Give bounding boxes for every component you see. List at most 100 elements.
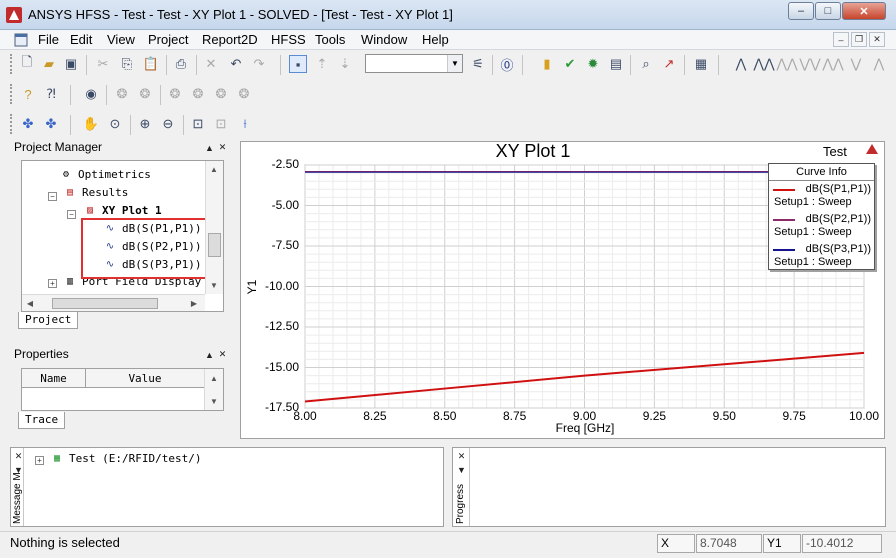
maximize-button[interactable]: □ xyxy=(815,2,841,20)
zoom-area-icon[interactable]: ⊡ xyxy=(212,115,230,133)
tree-item-results[interactable]: ▤ Results xyxy=(62,184,128,201)
model-icon[interactable]: ✤ xyxy=(19,115,37,133)
tab-project[interactable]: Project xyxy=(18,312,79,329)
variables-icon[interactable]: ⚟ xyxy=(469,55,487,73)
mdi-close-button[interactable]: ✕ xyxy=(869,32,885,47)
draw-gray-6-icon[interactable]: ❂ xyxy=(235,85,253,103)
close-panel-icon[interactable]: ✕ xyxy=(456,451,467,462)
menu-tools[interactable]: Tools xyxy=(315,32,345,47)
tree-item-optimetrics[interactable]: ⚙ Optimetrics xyxy=(58,166,151,183)
analyze-icon[interactable]: ✹ xyxy=(584,55,602,73)
design-icon[interactable]: ▮ xyxy=(538,55,556,73)
document-window-icon[interactable] xyxy=(14,33,28,47)
collapse-plot-icon[interactable]: − xyxy=(67,210,76,219)
expand-message-icon[interactable]: + xyxy=(35,456,44,465)
scroll-right-icon[interactable]: ▶ xyxy=(188,297,200,309)
expand-port-field-icon[interactable]: + xyxy=(48,279,57,288)
project-manager-title: Project Manager xyxy=(14,140,103,154)
scroll-up-icon[interactable]: ▲ xyxy=(208,163,220,175)
delete-icon[interactable]: ✕ xyxy=(202,55,220,73)
undo-icon[interactable]: ↶ xyxy=(227,55,245,73)
tree-item-xy-plot[interactable]: ▨ XY Plot 1 xyxy=(82,202,162,219)
zoom-fit-icon[interactable]: ⊡ xyxy=(189,115,207,133)
create-report-icon[interactable]: ↗ xyxy=(660,55,678,73)
mdi-minimize-button[interactable]: – xyxy=(833,32,849,47)
print-icon[interactable]: ⎙ xyxy=(172,55,190,73)
trace-style-1-icon[interactable]: ⋀ xyxy=(732,55,750,73)
trace-style-6-icon[interactable]: ⋁ xyxy=(847,55,865,73)
menu-window[interactable]: Window xyxy=(361,32,407,47)
trace-style-7-icon[interactable]: ⋀ xyxy=(870,55,888,73)
validate-icon[interactable]: ✔ xyxy=(561,55,579,73)
units-icon[interactable]: ⓪ xyxy=(498,55,516,73)
scroll-down-icon[interactable]: ▼ xyxy=(208,279,220,291)
paste-icon[interactable]: 📋 xyxy=(142,55,160,73)
trace-style-5-icon[interactable]: ⋀⋀ xyxy=(822,55,843,73)
pin-icon[interactable]: ▲ xyxy=(204,349,215,360)
results-icon-button[interactable]: ▤ xyxy=(607,55,625,73)
context-help-icon[interactable]: ⁈ xyxy=(42,85,60,103)
message-item-test[interactable]: ▦ Test (E:/RFID/test/) xyxy=(49,450,201,467)
trace-style-3-icon[interactable]: ⋀⋀ xyxy=(776,55,797,73)
zoom-in-icon[interactable]: ⊕ xyxy=(136,115,154,133)
close-button[interactable]: ✕ xyxy=(842,2,886,20)
save-icon[interactable]: ▣ xyxy=(62,55,80,73)
trace-style-4-icon[interactable]: ⋁⋁ xyxy=(799,55,820,73)
legend[interactable]: Curve Info dB(S(P1,P1)) Setup1 : Sweep d… xyxy=(768,163,875,270)
minimize-button[interactable]: – xyxy=(788,2,814,20)
legend-entry[interactable]: dB(S(P2,P1)) Setup1 : Sweep xyxy=(769,211,874,241)
tree-hscroll-thumb[interactable] xyxy=(52,298,158,309)
open-folder-icon[interactable]: ▰ xyxy=(40,55,58,73)
tree-vertical-scrollbar[interactable]: ▲ ▼ xyxy=(205,161,223,294)
select-mode-icon[interactable]: ▪ xyxy=(289,55,307,73)
draw-gray-2-icon[interactable]: ❂ xyxy=(136,85,154,103)
context-combo[interactable]: ▼ xyxy=(365,54,463,73)
close-panel-icon[interactable]: ✕ xyxy=(217,349,228,360)
menu-file[interactable]: File xyxy=(38,32,59,47)
draw-gray-1-icon[interactable]: ❂ xyxy=(113,85,131,103)
pin-icon[interactable]: ▼ xyxy=(456,464,467,475)
table-icon[interactable]: ▦ xyxy=(692,55,710,73)
tab-trace[interactable]: Trace xyxy=(18,412,66,429)
move-down-icon[interactable]: ⇣ xyxy=(336,55,354,73)
zoom-out-icon[interactable]: ⊖ xyxy=(159,115,177,133)
menu-help[interactable]: Help xyxy=(422,32,449,47)
copy-icon[interactable]: ⎘ xyxy=(118,55,136,73)
draw-gray-5-icon[interactable]: ❂ xyxy=(212,85,230,103)
menu-hfss[interactable]: HFSS xyxy=(271,32,306,47)
field-overlay-icon[interactable]: ⌕ xyxy=(637,55,655,73)
orient-icon[interactable]: ⟊ xyxy=(236,115,254,133)
show-icon[interactable]: ◉ xyxy=(82,85,100,103)
tree-horizontal-scrollbar[interactable]: ◀ ▶ xyxy=(22,294,205,311)
menu-edit[interactable]: Edit xyxy=(70,32,92,47)
menu-report2d[interactable]: Report2D xyxy=(202,32,258,47)
legend-entry[interactable]: dB(S(P3,P1)) Setup1 : Sweep xyxy=(769,241,874,271)
x-tick-label: 8.00 xyxy=(293,409,317,423)
rotate-icon[interactable]: ⊙ xyxy=(106,115,124,133)
close-panel-icon[interactable]: ✕ xyxy=(217,142,228,153)
draw-gray-3-icon[interactable]: ❂ xyxy=(166,85,184,103)
model-2-icon[interactable]: ✤ xyxy=(42,115,60,133)
cut-icon[interactable]: ✂ xyxy=(94,55,112,73)
new-file-icon[interactable]: 🗋 xyxy=(18,54,36,73)
move-up-icon[interactable]: ⇡ xyxy=(313,55,331,73)
menu-view[interactable]: View xyxy=(107,32,135,47)
legend-entry[interactable]: dB(S(P1,P1)) Setup1 : Sweep xyxy=(769,181,874,211)
column-header-value[interactable]: Value xyxy=(86,369,204,388)
menu-project[interactable]: Project xyxy=(148,32,188,47)
mdi-restore-button[interactable]: ❐ xyxy=(851,32,867,47)
help-icon[interactable]: ? xyxy=(19,85,37,103)
redo-icon[interactable]: ↷ xyxy=(250,55,268,73)
scroll-up-icon[interactable]: ▲ xyxy=(208,372,220,384)
column-header-name[interactable]: Name xyxy=(22,369,86,388)
scroll-left-icon[interactable]: ◀ xyxy=(24,297,36,309)
properties-scrollbar[interactable]: ▲ ▼ xyxy=(204,369,223,410)
tree-scroll-thumb[interactable] xyxy=(208,233,221,257)
collapse-results-icon[interactable]: − xyxy=(48,192,57,201)
pan-hand-icon[interactable]: ✋ xyxy=(82,115,100,133)
pin-icon[interactable]: ▲ xyxy=(204,142,215,153)
trace-style-2-icon[interactable]: ⋀⋀ xyxy=(753,55,774,73)
chevron-down-icon[interactable]: ▼ xyxy=(447,55,462,72)
draw-gray-4-icon[interactable]: ❂ xyxy=(189,85,207,103)
scroll-down-icon[interactable]: ▼ xyxy=(208,395,220,407)
